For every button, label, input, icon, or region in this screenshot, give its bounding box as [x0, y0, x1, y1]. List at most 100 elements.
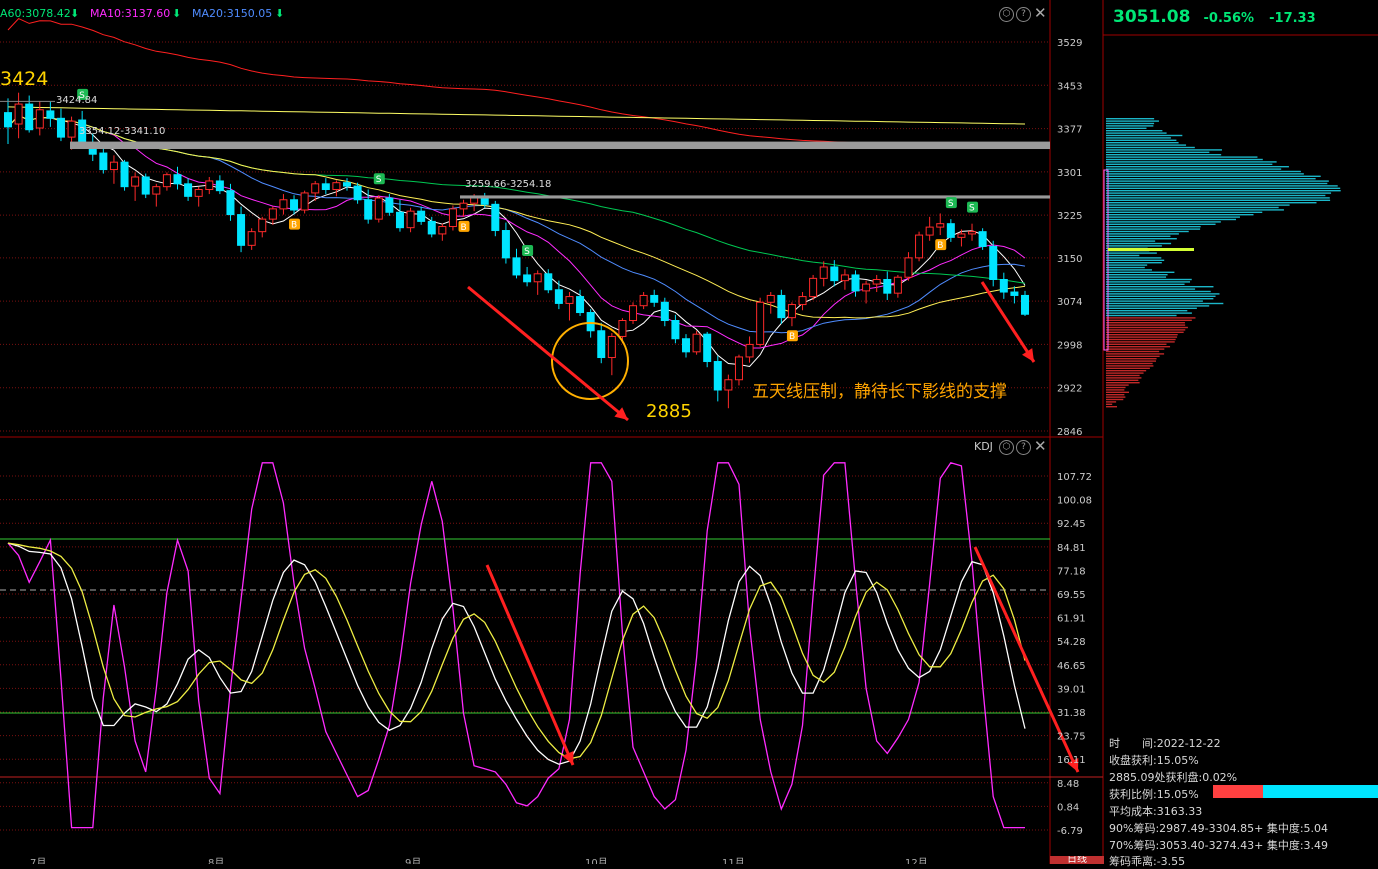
chip-bar: [1106, 190, 1341, 191]
chip-bar: [1106, 255, 1139, 256]
candle-body: [926, 227, 933, 235]
chip-bar: [1106, 339, 1176, 340]
chip-bar: [1106, 224, 1216, 225]
candle-body: [894, 277, 901, 293]
chip-bar: [1106, 284, 1185, 285]
candle-body: [439, 227, 446, 234]
chip-bar: [1106, 389, 1124, 390]
chip-bar: [1106, 308, 1197, 309]
chip-bar: [1106, 228, 1200, 229]
chip-bar: [1106, 142, 1179, 143]
candle-body: [333, 183, 340, 190]
candle-body: [15, 104, 22, 124]
chip-bar: [1106, 377, 1141, 378]
chip-bar: [1106, 159, 1263, 160]
chip-bar: [1106, 346, 1170, 347]
chip-bar: [1106, 332, 1184, 333]
chip-bar: [1106, 140, 1176, 141]
candle-body: [810, 278, 817, 296]
price-tick-label: 2998: [1057, 340, 1082, 351]
month-label: 11月: [722, 857, 745, 864]
chip-bar: [1106, 212, 1262, 213]
buy-signal-label: B: [789, 332, 795, 342]
candle-body: [608, 336, 615, 357]
chip-bar: [1106, 214, 1253, 215]
candle-body: [916, 235, 923, 258]
candle-body: [735, 357, 742, 380]
chip-90: 90%筹码:2987.49-3304.85+ 集中度:5.04: [1109, 820, 1328, 836]
chip-bar: [1106, 185, 1338, 186]
candle-body: [36, 110, 43, 128]
chip-bar: [1106, 300, 1203, 301]
candle-body: [979, 232, 986, 247]
chip-bar: [1106, 125, 1153, 126]
chip-bar: [1106, 161, 1277, 162]
sell-signal-label: S: [524, 247, 530, 257]
trend-arrow-2: [982, 282, 1034, 362]
chip-bar: [1106, 401, 1116, 402]
candle-body: [704, 334, 711, 361]
chip-bar: [1106, 344, 1166, 345]
kdj-tick-label: 0.84: [1057, 802, 1079, 813]
high-value-label: 3424: [0, 68, 48, 90]
chip-bar: [1106, 245, 1162, 246]
kdj-settings-icon[interactable]: ⬡: [999, 440, 1014, 455]
candle-body: [418, 211, 425, 221]
month-label: 7月: [30, 857, 46, 864]
chip-bar: [1106, 176, 1321, 177]
candle-body: [863, 284, 870, 291]
chip-bar: [1106, 252, 1157, 253]
candle-body: [651, 295, 658, 302]
chip-bar: [1106, 303, 1223, 304]
kdj-tick-label: 69.55: [1057, 590, 1086, 601]
chip-bar: [1106, 120, 1159, 121]
candle-body: [269, 209, 276, 219]
chip-bar: [1106, 322, 1185, 323]
kdj-j-line: [8, 463, 1025, 828]
chip-bar: [1106, 399, 1123, 400]
candle-body: [958, 234, 965, 237]
candle-body: [990, 246, 997, 279]
chip-bar: [1106, 396, 1125, 397]
chip-bar: [1106, 267, 1145, 268]
candle-body: [524, 275, 531, 282]
chip-bar: [1106, 404, 1112, 405]
kdj-tick-label: 77.18: [1057, 566, 1086, 577]
month-label: 8月: [208, 857, 224, 864]
kdj-close-icon[interactable]: ✕: [1034, 437, 1047, 455]
chip-bar: [1106, 264, 1147, 265]
candle-body: [672, 321, 679, 339]
candle-body: [26, 104, 33, 130]
candle-body: [386, 198, 393, 212]
candle-body: [577, 297, 584, 313]
candle-body: [163, 175, 170, 187]
chip-bar: [1106, 144, 1186, 145]
candle-body: [778, 295, 785, 317]
candle-body: [396, 212, 403, 227]
kdj-help-icon[interactable]: ?: [1016, 440, 1031, 455]
chip-bar: [1106, 372, 1144, 373]
chip-bar: [1106, 243, 1171, 244]
chip-bar: [1106, 296, 1216, 297]
resistance-band-2: [460, 195, 1050, 198]
chip-bar: [1106, 257, 1161, 258]
chip-bar: [1106, 310, 1187, 311]
candle-body: [195, 190, 202, 197]
profit-ratio-fill: [1213, 785, 1263, 798]
chip-bar: [1106, 370, 1146, 371]
chip-bar: [1106, 202, 1317, 203]
chip-bar: [1106, 341, 1175, 342]
period-tab[interactable]: 日线: [1050, 856, 1104, 864]
chip-bar: [1106, 183, 1327, 184]
candle-body: [937, 224, 944, 227]
candle-body: [185, 184, 192, 197]
sell-signal-label: S: [376, 175, 382, 185]
high-line-label: 3424.84: [56, 95, 97, 106]
chip-bar: [1106, 135, 1182, 136]
price-tick-label: 3301: [1057, 168, 1082, 179]
chip-bar: [1106, 368, 1150, 369]
chip-bar: [1106, 130, 1162, 131]
candle-body: [905, 258, 912, 277]
chip-profit: 收盘获利:15.05%: [1109, 752, 1199, 768]
kdj-tick-label: 46.65: [1057, 661, 1086, 672]
